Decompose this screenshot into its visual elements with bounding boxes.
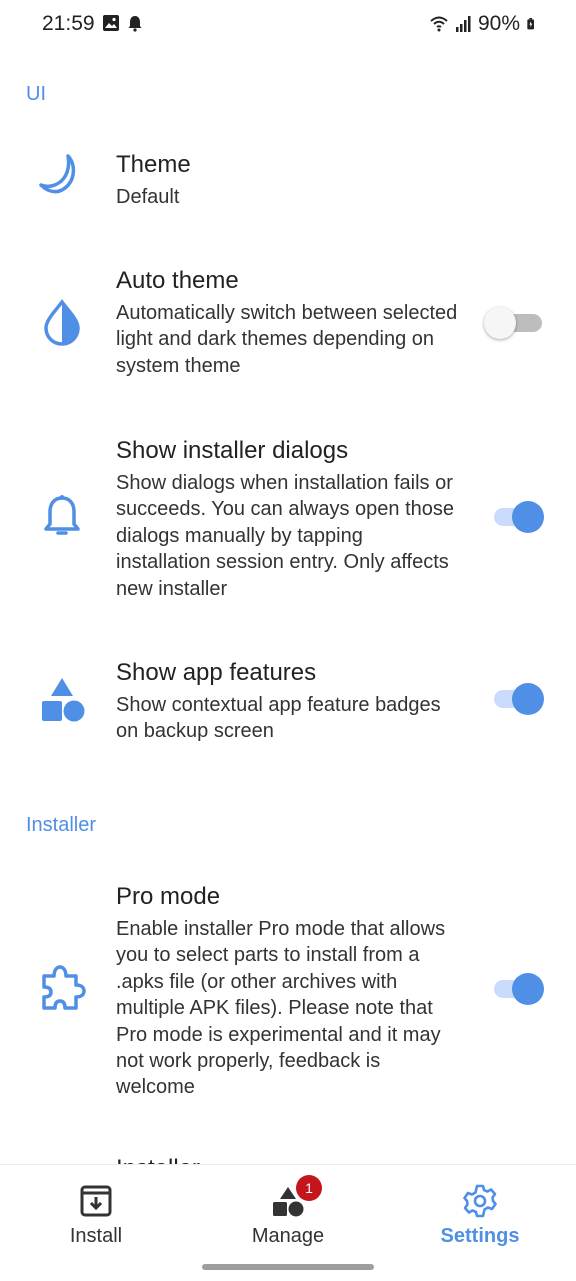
- gear-icon: [463, 1184, 497, 1218]
- nav-settings-label: Settings: [440, 1225, 520, 1247]
- moon-icon: [39, 154, 76, 194]
- nav-install[interactable]: Install: [0, 1179, 192, 1248]
- nav-manage[interactable]: 1 Manage: [192, 1175, 384, 1248]
- bell-icon: [44, 495, 80, 535]
- nav-settings[interactable]: Settings: [384, 1179, 576, 1248]
- installer-dialogs-desc: Show dialogs when installation fails or …: [116, 472, 455, 600]
- toggle-thumb: [512, 501, 544, 533]
- toggle-thumb: [512, 973, 544, 1005]
- install-box-icon: [80, 1185, 112, 1217]
- contrast-drop-icon: [44, 299, 80, 346]
- home-indicator[interactable]: [202, 1264, 374, 1270]
- setting-installer-dialogs[interactable]: Show installer dialogs Show dialogs when…: [0, 432, 576, 604]
- theme-title: Theme: [116, 151, 191, 178]
- setting-theme[interactable]: Theme Default: [0, 140, 576, 220]
- toggle-thumb: [512, 683, 544, 715]
- setting-app-features[interactable]: Show app features Show contextual app fe…: [0, 654, 576, 750]
- installer-dialogs-title: Show installer dialogs: [116, 437, 349, 464]
- shapes-icon: [42, 678, 85, 722]
- nav-manage-label: Manage: [251, 1225, 325, 1247]
- theme-value: Default: [116, 186, 180, 208]
- app-features-desc: Show contextual app feature badges on ba…: [116, 694, 441, 743]
- status-time: 21:59: [42, 12, 95, 35]
- auto-theme-desc: Automatically switch between selected li…: [116, 302, 458, 377]
- section-title-installer: Installer: [26, 814, 97, 836]
- signal-icon: [455, 16, 471, 32]
- pro-mode-toggle[interactable]: [490, 970, 546, 1006]
- pro-mode-title: Pro mode: [116, 883, 221, 910]
- battery-percent: 90%: [477, 12, 520, 35]
- section-title-ui: UI: [26, 83, 46, 105]
- manage-badge: 1: [296, 1175, 322, 1201]
- wifi-icon: [430, 16, 448, 32]
- alarm-icon: [128, 16, 142, 32]
- installer-dialogs-toggle[interactable]: [490, 498, 546, 534]
- auto-theme-title: Auto theme: [116, 267, 239, 294]
- puzzle-icon: [42, 965, 86, 1010]
- nav-install-label: Install: [69, 1225, 123, 1247]
- image-icon: [103, 15, 119, 31]
- pro-mode-desc: Enable installer Pro mode that allows yo…: [116, 918, 446, 1099]
- battery-icon: [527, 18, 534, 30]
- toggle-thumb: [484, 307, 516, 339]
- setting-pro-mode[interactable]: Pro mode Enable installer Pro mode that …: [0, 878, 576, 1104]
- app-features-title: Show app features: [116, 659, 317, 686]
- status-bar: 21:59 90%: [0, 0, 576, 48]
- app-features-toggle[interactable]: [490, 680, 546, 716]
- setting-auto-theme[interactable]: Auto theme Automatically switch between …: [0, 262, 576, 382]
- auto-theme-toggle[interactable]: [484, 304, 546, 340]
